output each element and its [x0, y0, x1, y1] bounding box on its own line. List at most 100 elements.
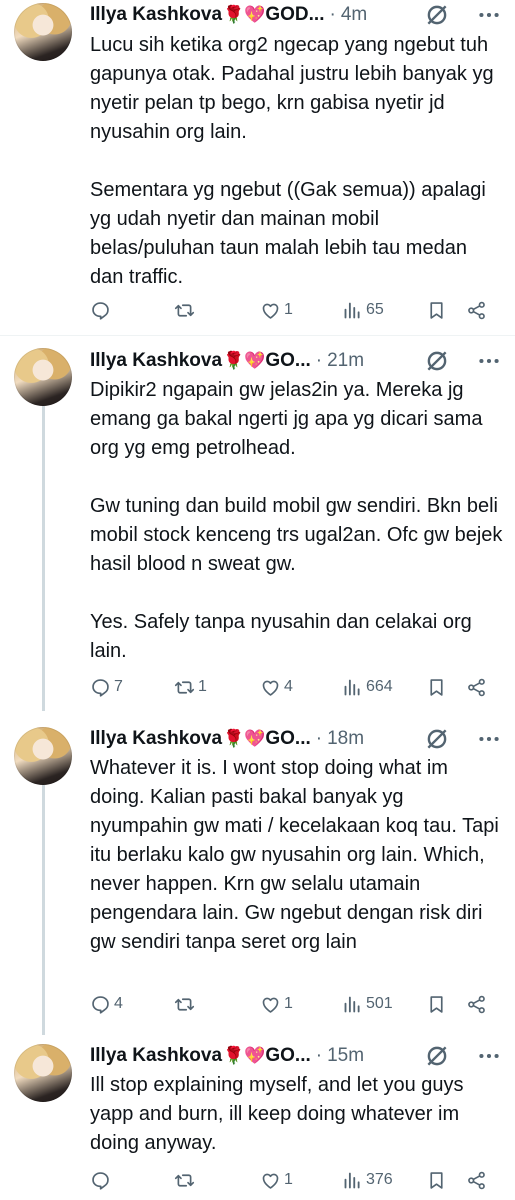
bookmark-button[interactable]	[426, 1165, 447, 1195]
retweet-button[interactable]: 1	[174, 672, 207, 702]
reply-count: 7	[114, 678, 123, 695]
more-icon[interactable]	[476, 1043, 502, 1069]
bookmark-icon	[430, 678, 443, 696]
bookmark-button[interactable]	[426, 672, 447, 702]
retweet-button[interactable]	[174, 295, 198, 325]
tweet-text: Dipikir2 ngapain gw jelas2in ya. Mereka …	[90, 379, 503, 662]
share-icon	[468, 1171, 485, 1189]
like-icon	[262, 997, 279, 1013]
retweet-icon	[174, 680, 195, 694]
bookmark-icon	[430, 995, 443, 1013]
retweet-button[interactable]	[174, 989, 198, 1019]
views-count: 65	[366, 301, 384, 318]
author-handle[interactable]: GO...	[265, 1045, 310, 1067]
like-button[interactable]: 1	[260, 1165, 293, 1195]
author-name[interactable]: Illya Kashkova	[90, 728, 222, 750]
views-button[interactable]: 664	[342, 672, 393, 702]
bookmark-button[interactable]	[426, 989, 447, 1019]
separator-dot: ·	[315, 350, 323, 371]
bookmark-icon	[430, 301, 443, 319]
grok-icon[interactable]	[424, 726, 450, 752]
action-bar: 1 376	[90, 1165, 500, 1195]
share-button[interactable]	[466, 989, 487, 1019]
share-button[interactable]	[466, 672, 487, 702]
views-icon	[344, 302, 360, 318]
views-button[interactable]: 376	[342, 1165, 393, 1195]
separator-dot: ·	[315, 1045, 323, 1066]
author-emoji: 🌹💖	[223, 1046, 266, 1065]
tweet-text: Lucu sih ketika org2 ngecap yang ngebut …	[90, 34, 494, 288]
more-icon[interactable]	[476, 2, 502, 28]
like-icon	[262, 1173, 279, 1189]
author-name[interactable]: Illya Kashkova	[90, 4, 222, 26]
like-count: 1	[284, 301, 293, 318]
timestamp[interactable]: 15m	[327, 1045, 364, 1067]
thread-line	[42, 405, 45, 711]
views-button[interactable]: 501	[342, 989, 393, 1019]
author-handle[interactable]: GOD...	[265, 4, 324, 26]
views-icon	[344, 996, 360, 1012]
timestamp[interactable]: 18m	[327, 728, 364, 750]
thread-line	[42, 785, 45, 1035]
action-bar: 1 65	[90, 295, 500, 325]
views-icon	[344, 1172, 360, 1188]
more-icon[interactable]	[476, 726, 502, 752]
bookmark-button[interactable]	[426, 295, 447, 325]
reply-icon	[92, 995, 109, 1014]
avatar[interactable]	[14, 3, 72, 61]
retweet-count: 1	[198, 678, 207, 695]
reply-count: 4	[114, 995, 123, 1012]
views-count: 664	[366, 678, 393, 695]
like-count: 1	[284, 1171, 293, 1188]
reply-button[interactable]: 4	[90, 989, 123, 1019]
views-button[interactable]: 65	[342, 295, 384, 325]
tweet-text: Ill stop explaining myself, and let you …	[90, 1074, 470, 1154]
share-icon	[468, 301, 485, 319]
divider	[0, 335, 515, 336]
like-icon	[262, 303, 279, 319]
like-button[interactable]: 1	[260, 295, 293, 325]
separator-dot: ·	[315, 728, 323, 749]
grok-icon[interactable]	[424, 1043, 450, 1069]
share-button[interactable]	[466, 1165, 487, 1195]
grok-icon[interactable]	[424, 348, 450, 374]
reply-button[interactable]	[90, 295, 114, 325]
share-icon	[468, 678, 485, 696]
reply-button[interactable]	[90, 1165, 114, 1195]
author-emoji: 🌹💖	[223, 351, 266, 370]
share-button[interactable]	[466, 295, 487, 325]
avatar[interactable]	[14, 348, 72, 406]
share-icon	[468, 995, 485, 1013]
views-icon	[344, 679, 360, 695]
author-emoji: 🌹💖	[223, 729, 266, 748]
reply-icon	[92, 301, 109, 320]
timestamp[interactable]: 4m	[341, 4, 367, 26]
reply-icon	[92, 678, 109, 697]
retweet-icon	[174, 997, 195, 1011]
separator-dot: ·	[329, 4, 336, 25]
views-count: 376	[366, 1171, 393, 1188]
reply-button[interactable]: 7	[90, 672, 123, 702]
like-count: 4	[284, 678, 293, 695]
author-handle[interactable]: GO...	[265, 350, 310, 372]
retweet-button[interactable]	[174, 1165, 198, 1195]
more-icon[interactable]	[476, 348, 502, 374]
author-name[interactable]: Illya Kashkova	[90, 1045, 222, 1067]
action-bar: 7 1 4 664	[90, 672, 500, 702]
author-emoji: 🌹💖	[223, 5, 266, 24]
tweet-text: Whatever it is. I wont stop doing what i…	[90, 757, 505, 953]
like-button[interactable]: 4	[260, 672, 293, 702]
reply-icon	[92, 1171, 109, 1190]
views-count: 501	[366, 995, 393, 1012]
avatar[interactable]	[14, 1044, 72, 1102]
author-name[interactable]: Illya Kashkova	[90, 350, 222, 372]
retweet-icon	[174, 303, 195, 317]
avatar[interactable]	[14, 727, 72, 785]
retweet-icon	[174, 1173, 195, 1187]
like-count: 1	[284, 995, 293, 1012]
like-button[interactable]: 1	[260, 989, 293, 1019]
timestamp[interactable]: 21m	[327, 350, 364, 372]
author-handle[interactable]: GO...	[265, 728, 310, 750]
grok-icon[interactable]	[424, 2, 450, 28]
action-bar: 4 1 501	[90, 989, 500, 1019]
